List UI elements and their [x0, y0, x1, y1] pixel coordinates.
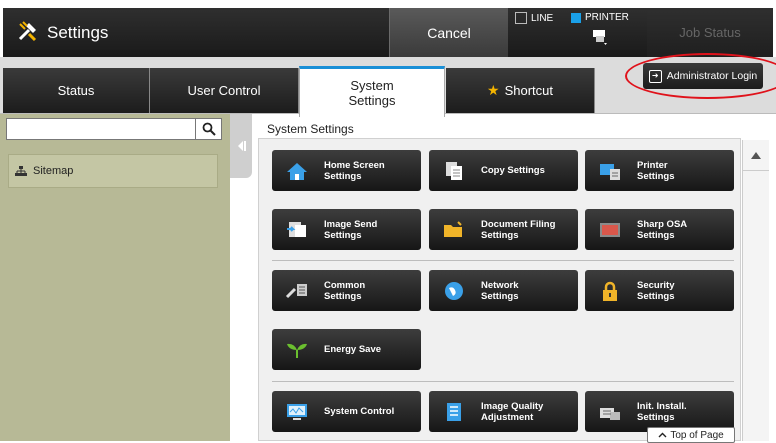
sidebar-collapse-handle[interactable]	[230, 114, 252, 178]
network-settings-button[interactable]: Network Settings	[429, 270, 578, 311]
printer-icon	[595, 159, 625, 183]
tile-label: Security Settings	[637, 279, 675, 302]
highlight-oval	[625, 53, 776, 99]
printer-indicator: PRINTER	[571, 12, 629, 23]
tab-user-control[interactable]: User Control	[150, 68, 299, 113]
sharp-osa-settings-button[interactable]: Sharp OSA Settings	[585, 209, 734, 250]
sidebar-item-label: Sitemap	[33, 165, 74, 177]
globe-icon	[439, 279, 469, 303]
tab-shortcut[interactable]: ★ Shortcut	[446, 68, 595, 113]
top-bar: Settings Cancel LINE PRINTER Job Status	[0, 0, 776, 57]
tab-shortcut-label: Shortcut	[504, 83, 553, 98]
app-title-text: Settings	[47, 23, 109, 42]
job-status-button[interactable]: Job Status	[647, 8, 773, 57]
osa-icon	[595, 218, 625, 242]
tile-label: Document Filing Settings	[481, 218, 556, 241]
init-install-settings-button[interactable]: Init. Install. Settings	[585, 391, 734, 432]
line-label: LINE	[531, 12, 554, 24]
search-button[interactable]	[196, 118, 222, 140]
image-send-settings-button[interactable]: Image Send Settings	[272, 209, 421, 250]
tile-label: Copy Settings	[481, 165, 545, 176]
search-input[interactable]	[6, 118, 196, 140]
folder-icon	[439, 218, 469, 242]
security-settings-button[interactable]: Security Settings	[585, 270, 734, 311]
copy-icon	[439, 159, 469, 183]
leaf-icon	[282, 338, 312, 362]
tab-status[interactable]: Status	[3, 68, 150, 113]
energy-save-button[interactable]: Energy Save	[272, 329, 421, 370]
header-bar: Settings Cancel LINE PRINTER Job Status	[3, 8, 773, 57]
monitor-icon	[282, 400, 312, 424]
search-icon	[202, 122, 216, 136]
app-title: Settings	[17, 20, 109, 47]
search-row	[6, 118, 222, 140]
copy-settings-button[interactable]: Copy Settings	[429, 150, 578, 191]
common-settings-button[interactable]: Common Settings	[272, 270, 421, 311]
printer-label: PRINTER	[585, 12, 629, 23]
star-icon: ★	[487, 82, 500, 98]
tab-system-settings[interactable]: System Settings	[299, 66, 445, 117]
scroll-up-button[interactable]	[743, 140, 769, 171]
line-status-box	[515, 12, 527, 24]
tile-label: Home Screen Settings	[324, 159, 385, 182]
triangle-up-icon	[751, 151, 761, 159]
home-icon	[282, 159, 312, 183]
image-send-icon	[282, 218, 312, 242]
page-title: System Settings	[267, 122, 354, 136]
image-quality-icon	[439, 400, 469, 424]
printer-status-icon[interactable]	[591, 26, 609, 48]
tools-icon	[282, 279, 312, 303]
tile-label: Printer Settings	[637, 159, 675, 182]
tile-label: Image Send Settings	[324, 218, 378, 241]
tools-icon	[17, 20, 39, 47]
sidebar: Sitemap	[0, 114, 230, 441]
status-indicators: LINE PRINTER	[515, 8, 645, 57]
system-control-button[interactable]: System Control	[272, 391, 421, 432]
tile-label: Energy Save	[324, 344, 382, 355]
section-divider	[272, 381, 734, 382]
tile-label: Init. Install. Settings	[637, 400, 687, 423]
printer-status-box	[571, 13, 581, 23]
document-filing-settings-button[interactable]: Document Filing Settings	[429, 209, 578, 250]
printer-settings-button[interactable]: Printer Settings	[585, 150, 734, 191]
image-quality-adjustment-button[interactable]: Image Quality Adjustment	[429, 391, 578, 432]
tile-label: Sharp OSA Settings	[637, 218, 688, 241]
tile-label: Common Settings	[324, 279, 366, 302]
sitemap-icon	[15, 166, 27, 176]
vertical-scrollbar[interactable]	[742, 140, 769, 441]
section-divider	[272, 260, 734, 261]
lock-icon	[595, 279, 625, 303]
tile-label: Image Quality Adjustment	[481, 400, 544, 423]
tile-label: Network Settings	[481, 279, 519, 302]
home-screen-settings-button[interactable]: Home Screen Settings	[272, 150, 421, 191]
top-of-page-label: Top of Page	[670, 429, 724, 441]
cancel-button[interactable]: Cancel	[389, 8, 508, 57]
collapse-left-icon	[238, 141, 246, 151]
sidebar-item-sitemap[interactable]: Sitemap	[8, 154, 218, 188]
chevron-up-icon	[658, 432, 667, 438]
tile-label: System Control	[324, 406, 395, 417]
line-indicator: LINE	[515, 12, 553, 24]
install-icon	[595, 400, 625, 424]
